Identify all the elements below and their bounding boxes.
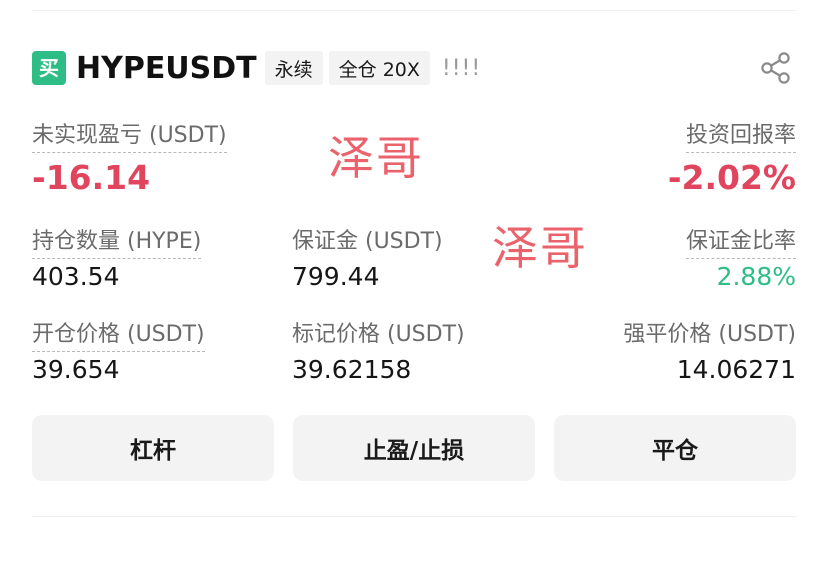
position-qty-label[interactable]: 持仓数量 (HYPE)	[32, 223, 202, 259]
unrealized-pnl-label[interactable]: 未实现盈亏 (USDT)	[32, 117, 227, 153]
watermark-1: 泽哥	[328, 131, 424, 185]
liquidation-price-value: 14.06271	[676, 355, 796, 384]
mark-price-label: 标记价格 (USDT)	[292, 322, 465, 347]
entry-price-value: 39.654	[32, 355, 120, 384]
top-divider	[32, 10, 796, 11]
close-position-button[interactable]: 平仓	[554, 415, 796, 481]
contract-type-tag: 永续	[264, 51, 323, 85]
margin-ratio-label[interactable]: 保证金比率	[685, 223, 796, 259]
adl-indicator: !!!!	[441, 55, 482, 81]
share-icon[interactable]	[758, 50, 794, 86]
symbol-title[interactable]: HYPEUSDT	[76, 51, 257, 86]
position-qty-value: 403.54	[32, 262, 120, 291]
tpsl-button[interactable]: 止盈/止损	[293, 415, 535, 481]
watermark-2: 泽哥	[492, 221, 588, 275]
margin-ratio-value: 2.88%	[716, 262, 796, 291]
leverage-button[interactable]: 杠杆	[32, 415, 274, 481]
margin-value: 799.44	[292, 262, 380, 291]
side-badge: 买	[32, 51, 66, 85]
roi-label[interactable]: 投资回报率	[685, 117, 796, 153]
roi-value: -2.02%	[667, 158, 796, 197]
margin-mode-tag[interactable]: 全仓 20X	[328, 51, 430, 85]
entry-price-label[interactable]: 开仓价格 (USDT)	[32, 316, 205, 352]
margin-label: 保证金 (USDT)	[292, 229, 443, 254]
unrealized-pnl-value: -16.14	[32, 158, 151, 197]
liquidation-price-label: 强平价格 (USDT)	[623, 322, 796, 347]
position-header: 买 HYPEUSDT 永续 全仓 20X !!!!	[32, 48, 796, 88]
bottom-divider	[32, 516, 796, 517]
mark-price-value: 39.62158	[292, 355, 412, 384]
position-card: 买 HYPEUSDT 永续 全仓 20X !!!! 泽哥 泽哥 未实现盈亏 (U…	[0, 0, 828, 569]
